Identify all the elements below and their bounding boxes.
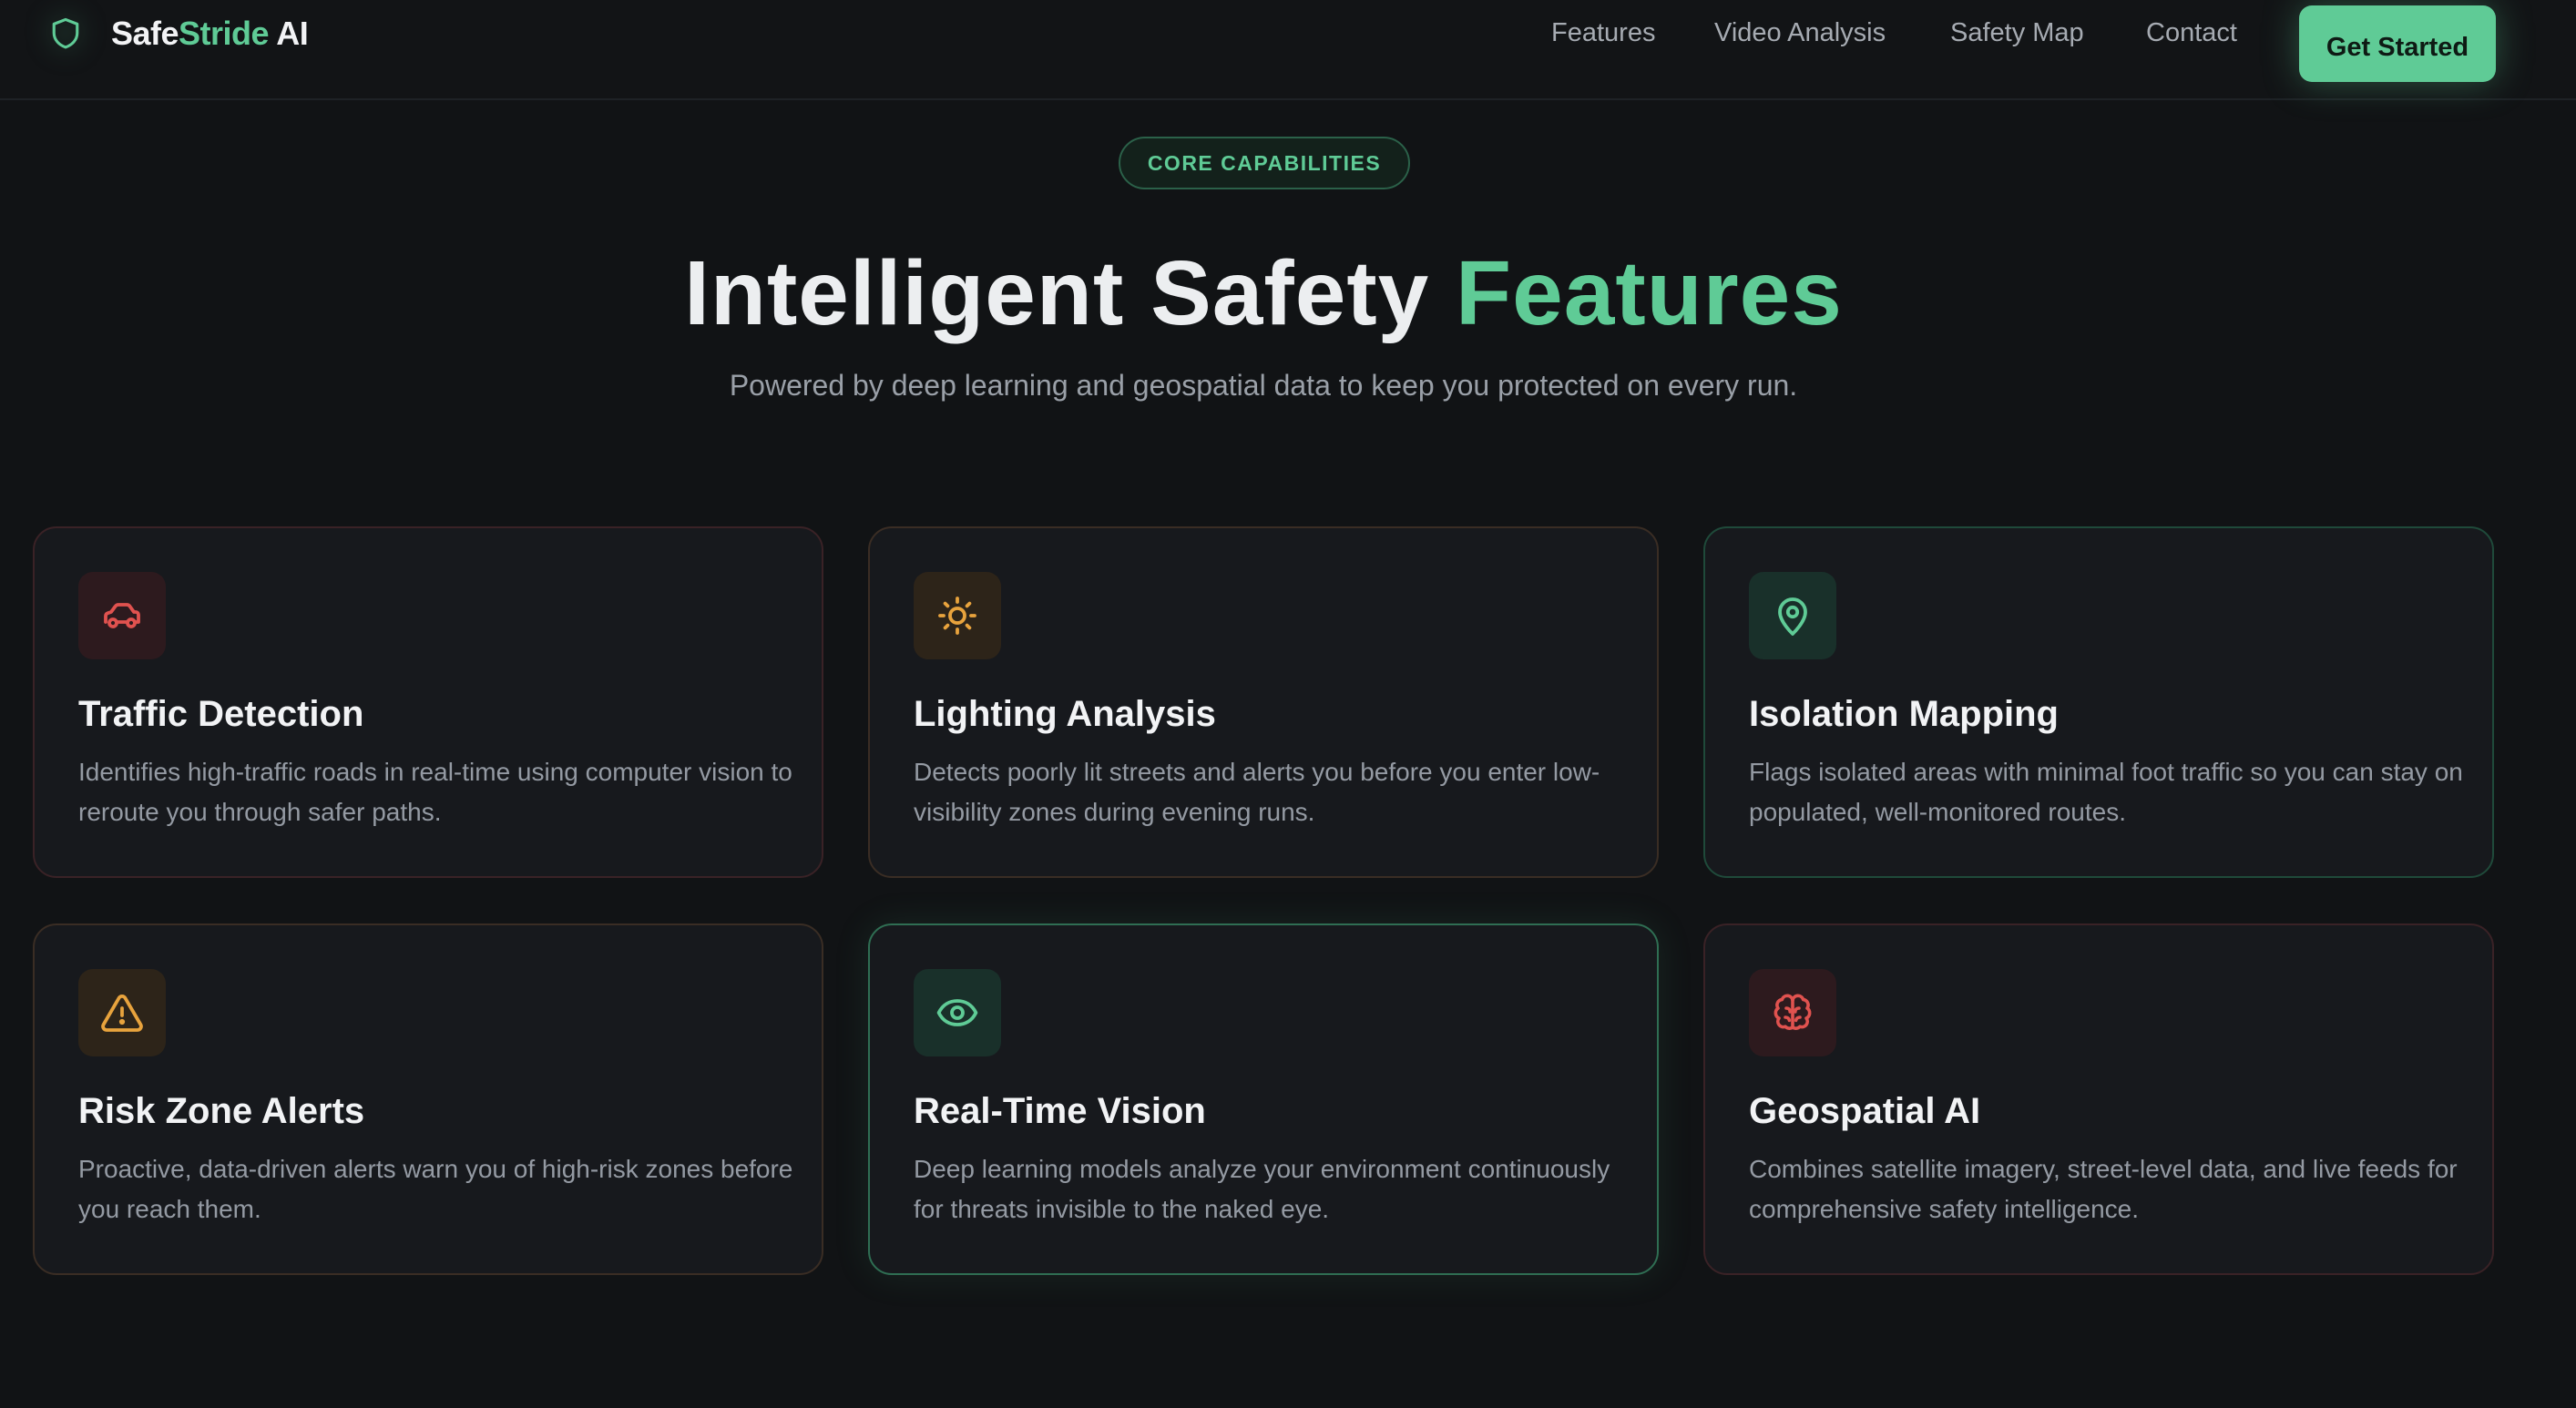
brain-icon [1749,969,1836,1056]
nav-link-contact[interactable]: Contact [2146,18,2237,48]
feature-title: Real-Time Vision [914,1091,1206,1131]
feature-title: Traffic Detection [78,694,364,734]
brand-name-part-ai: AI [269,15,309,52]
top-nav: SafeStride AI Features Video Analysis Sa… [0,0,2576,100]
warning-icon [78,969,166,1056]
brand-name-part-stride: Stride [179,15,270,52]
feature-description: Combines satellite imagery, street-level… [1749,1155,2458,1223]
car-icon [78,572,166,659]
get-started-button[interactable]: Get Started [2299,5,2496,82]
brand-name-part-safe: Safe [111,15,179,52]
brand-logo[interactable]: SafeStride AI [47,11,309,56]
feature-card-isolation-mapping[interactable]: Isolation Mapping Flags isolated areas w… [1703,526,2494,878]
feature-card-lighting-analysis[interactable]: Lighting Analysis Detects poorly lit str… [868,526,1659,878]
page-subtitle: Powered by deep learning and geospatial … [729,369,1798,402]
eye-icon [914,969,1001,1056]
brand-name: SafeStride AI [111,15,309,53]
section-badge: CORE CAPABILITIES [1119,137,1410,189]
page-title-accent: Features [1456,242,1843,344]
page-title-main: Intelligent Safety [684,242,1457,344]
feature-description: Identifies high-traffic roads in real-ti… [78,758,792,826]
feature-card-real-time-vision[interactable]: Real-Time Vision Deep learning models an… [868,923,1659,1275]
feature-card-geospatial-ai[interactable]: Geospatial AI Combines satellite imagery… [1703,923,2494,1275]
feature-card-risk-zone-alerts[interactable]: Risk Zone Alerts Proactive, data-driven … [33,923,823,1275]
feature-description: Detects poorly lit streets and alerts yo… [914,758,1600,826]
map-pin-icon [1749,572,1836,659]
feature-card-traffic-detection[interactable]: Traffic Detection Identifies high-traffi… [33,526,823,878]
feature-title: Isolation Mapping [1749,694,2059,734]
feature-description: Deep learning models analyze your enviro… [914,1155,1610,1223]
feature-description: Proactive, data-driven alerts warn you o… [78,1155,793,1223]
nav-link-features[interactable]: Features [1551,18,1655,48]
nav-link-safety-map[interactable]: Safety Map [1950,18,2084,48]
feature-title: Geospatial AI [1749,1091,1981,1131]
page-title: Intelligent Safety Features [0,239,2527,348]
page: SafeStride AI Features Video Analysis Sa… [0,0,2576,1408]
feature-title: Risk Zone Alerts [78,1091,365,1131]
sun-icon [914,572,1001,659]
feature-description: Flags isolated areas with minimal foot t… [1749,758,2463,826]
shield-icon [47,15,84,52]
feature-title: Lighting Analysis [914,694,1216,734]
nav-link-video-analysis[interactable]: Video Analysis [1714,18,1886,48]
